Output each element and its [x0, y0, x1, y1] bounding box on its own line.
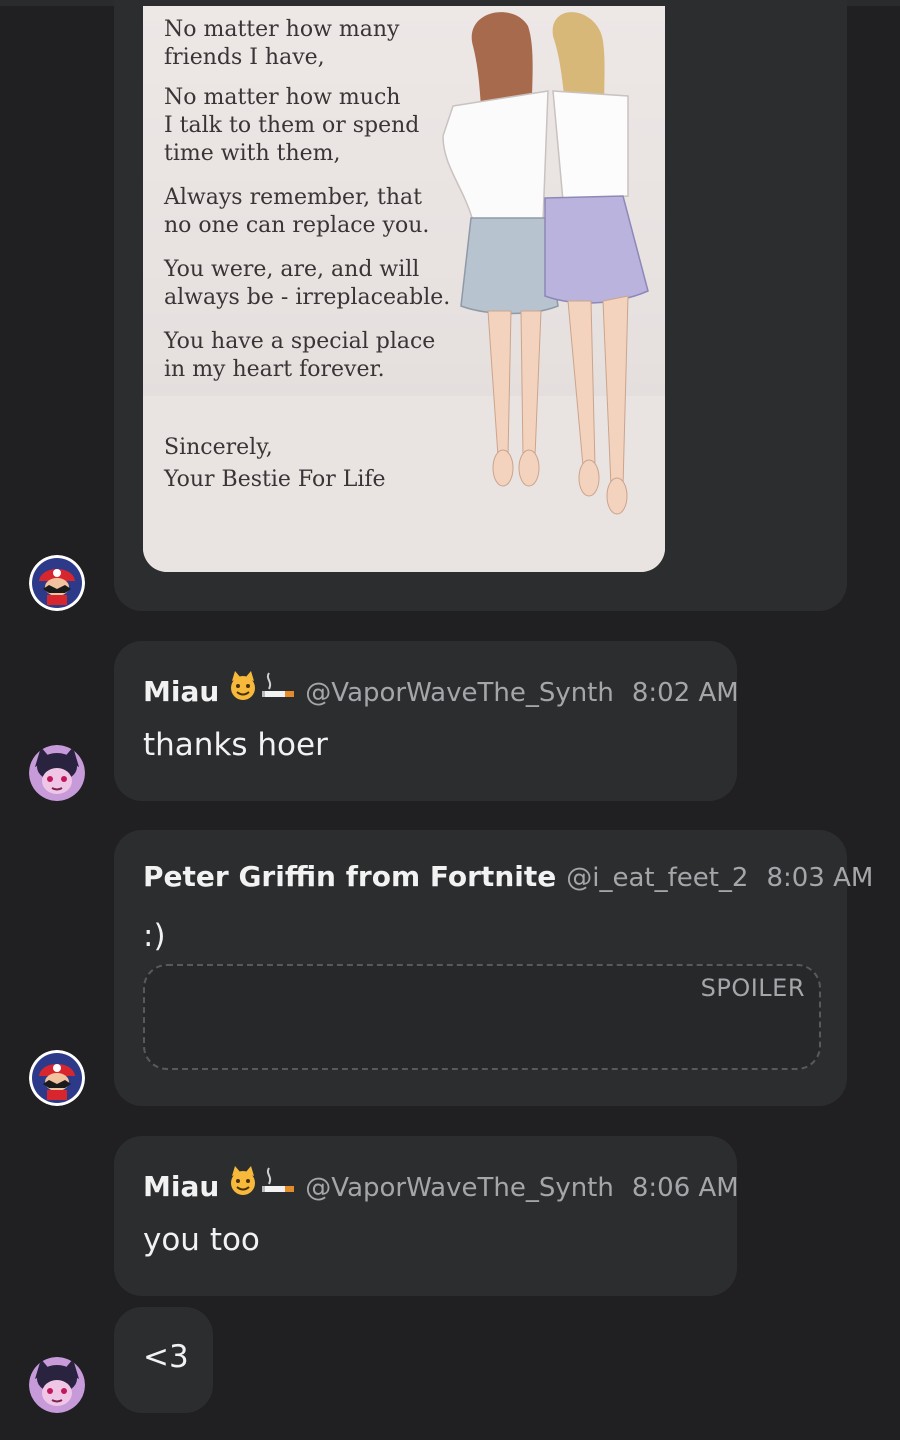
- author-name[interactable]: Miau: [143, 675, 219, 708]
- author-name[interactable]: Peter Griffin from Fortnite: [143, 860, 556, 893]
- poem-line: Always remember, that: [164, 185, 423, 210]
- timestamp: 8:02 AM: [631, 678, 739, 708]
- poem-line: You have a special place: [164, 329, 436, 354]
- poem-line: time with them,: [164, 141, 341, 166]
- avatar[interactable]: [29, 555, 85, 611]
- message-text: you too: [143, 1222, 260, 1258]
- poem-line: Your Bestie For Life: [164, 467, 386, 492]
- avatar[interactable]: [29, 1357, 85, 1413]
- timestamp: 8:03 AM: [766, 863, 874, 893]
- message-header: Miau @VaporWaveThe_Synth 8:02 AM: [143, 671, 739, 708]
- mario-avatar-icon: [29, 1050, 85, 1106]
- poem-line: I talk to them or spend: [164, 113, 420, 138]
- cat-emoji-icon: [227, 671, 259, 705]
- poem-line: No matter how much: [164, 85, 401, 110]
- mario-avatar-icon: [29, 555, 85, 611]
- message-bubble-image[interactable]: No matter how many friends I have, No ma…: [114, 0, 847, 611]
- author-name[interactable]: Miau: [143, 1170, 219, 1203]
- poem-line: No matter how many: [164, 17, 400, 42]
- cat-character-avatar-icon: [29, 1357, 85, 1413]
- poem-line: friends I have,: [164, 45, 325, 70]
- poem-line: always be - irreplaceable.: [164, 285, 451, 310]
- cigarette-emoji-icon: [261, 1166, 295, 1200]
- cat-emoji-icon: [227, 1166, 259, 1200]
- message-text: thanks hoer: [143, 727, 328, 763]
- message-bubble[interactable]: Miau @VaporWaveThe_Synth 8:06 AM you too: [114, 1136, 739, 1296]
- message-bubble-followup[interactable]: <3: [114, 1307, 213, 1413]
- author-handle[interactable]: @VaporWaveThe_Synth: [305, 1173, 614, 1203]
- cigarette-emoji-icon: [261, 671, 295, 705]
- spoiler-attachment[interactable]: SPOILER: [143, 964, 821, 1070]
- poem-line: You were, are, and will: [164, 257, 420, 282]
- message-bubble[interactable]: Miau @VaporWaveThe_Synth 8:02 AM thanks …: [114, 641, 739, 801]
- message-text: <3: [143, 1339, 189, 1375]
- message-header: Miau @VaporWaveThe_Synth 8:06 AM: [143, 1166, 739, 1203]
- avatar[interactable]: [29, 1050, 85, 1106]
- author-handle[interactable]: @i_eat_feet_2: [566, 863, 748, 893]
- message-text: :): [143, 918, 166, 954]
- author-handle[interactable]: @VaporWaveThe_Synth: [305, 678, 614, 708]
- chat-view: No matter how many friends I have, No ma…: [0, 0, 900, 1440]
- image-attachment[interactable]: No matter how many friends I have, No ma…: [143, 6, 665, 572]
- poem-line: Sincerely,: [164, 435, 273, 460]
- avatar[interactable]: [29, 745, 85, 801]
- poem-line: no one can replace you.: [164, 213, 430, 238]
- poem-line: in my heart forever.: [164, 357, 385, 382]
- timestamp: 8:06 AM: [631, 1173, 739, 1203]
- cat-character-avatar-icon: [29, 745, 85, 801]
- message-header: Peter Griffin from Fortnite @i_eat_feet_…: [143, 860, 873, 893]
- message-bubble[interactable]: Peter Griffin from Fortnite @i_eat_feet_…: [114, 830, 873, 1106]
- spoiler-label: SPOILER: [700, 974, 805, 1002]
